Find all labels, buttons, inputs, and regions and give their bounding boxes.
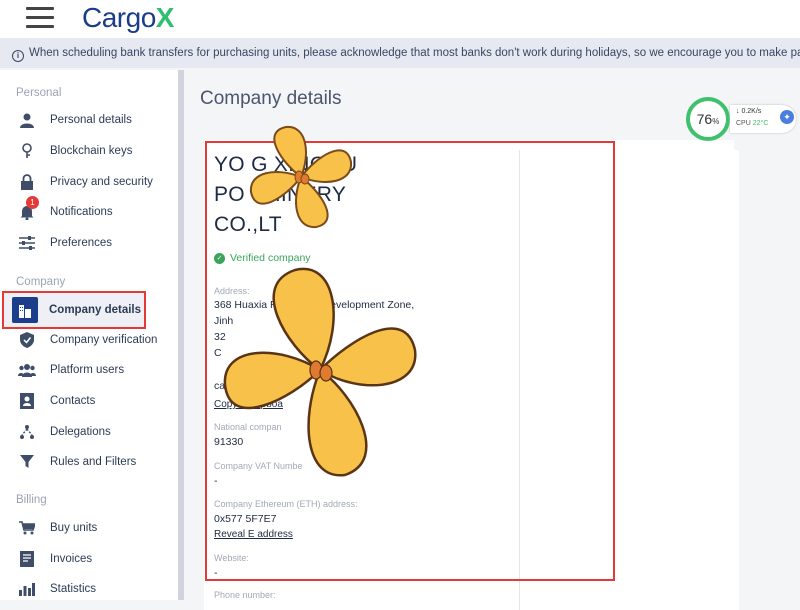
cargox-logo[interactable]: CargoX xyxy=(82,2,174,34)
sidebar-item-personal-details[interactable]: Personal details xyxy=(12,106,172,134)
sidebar-item-company-verification[interactable]: Company verification xyxy=(12,326,172,354)
main-content: Company details YO G XINGHU PO SHINERY C… xyxy=(184,70,800,610)
cart-icon xyxy=(16,518,38,538)
sidebar-item-privacy-security[interactable]: Privacy and security xyxy=(12,168,172,196)
sidebar-item-label: Invoices xyxy=(50,553,93,565)
network-speed-value: 0.2K/s xyxy=(741,108,762,115)
shield-icon xyxy=(16,330,38,350)
sidebar-item-label: Company verification xyxy=(50,334,158,346)
sidebar-item-invoices[interactable]: Invoices xyxy=(12,545,172,573)
cpu-label: CPU xyxy=(736,120,751,127)
sidebar-item-label: Personal details xyxy=(50,114,132,126)
person-icon xyxy=(16,110,38,130)
sidebar-item-delegations[interactable]: Delegations xyxy=(12,418,172,446)
invoice-icon xyxy=(16,549,38,569)
sidebar-item-statistics[interactable]: Statistics xyxy=(12,575,172,603)
cpu-temp: CPU 22°C xyxy=(736,120,768,127)
sliders-icon xyxy=(16,233,38,253)
sidebar-item-company-details[interactable]: Company details xyxy=(2,291,146,329)
flower-sticker-large xyxy=(223,267,417,477)
sidebar-item-label: Privacy and security xyxy=(50,176,153,188)
usage-percent-unit: % xyxy=(712,117,720,126)
section-label-personal: Personal xyxy=(16,87,62,99)
flower-sticker-small xyxy=(249,125,353,229)
sidebar-item-label: Contacts xyxy=(50,395,96,407)
sidebar-item-platform-users[interactable]: Platform users xyxy=(12,356,172,384)
network-speed: ↓ 0.2K/s xyxy=(736,108,762,115)
info-icon: i xyxy=(12,50,24,62)
sidebar-item-blockchain-keys[interactable]: Blockchain keys xyxy=(12,137,172,165)
contacts-icon xyxy=(16,391,38,411)
perf-details: ↓ 0.2K/s CPU 22°C ✦ xyxy=(730,105,796,133)
delegation-icon xyxy=(16,422,38,442)
sidebar-item-preferences[interactable]: Preferences xyxy=(12,229,172,257)
top-bar: CargoX xyxy=(0,0,800,38)
sidebar-item-label: Rules and Filters xyxy=(50,456,137,468)
notice-text: When scheduling bank transfers for purch… xyxy=(29,47,800,59)
sidebar-item-label: Buy units xyxy=(50,522,98,534)
section-label-billing: Billing xyxy=(16,494,47,506)
chart-icon xyxy=(16,579,38,599)
sidebar-item-buy-units[interactable]: Buy units xyxy=(12,514,172,542)
bell-icon: 1 xyxy=(16,196,39,222)
sidebar-item-label: Company details xyxy=(49,304,142,316)
sidebar: Personal Personal details Blockchain key… xyxy=(0,70,178,600)
performance-widget[interactable]: 76% ↓ 0.2K/s CPU 22°C ✦ xyxy=(686,97,798,141)
boost-icon[interactable]: ✦ xyxy=(780,110,794,124)
cpu-temp-value: 22°C xyxy=(752,120,769,127)
sidebar-item-label: Preferences xyxy=(50,237,113,249)
logo-text: Cargo xyxy=(82,2,156,33)
memory-usage-gauge: 76% xyxy=(686,97,730,141)
filter-icon xyxy=(16,452,38,472)
sidebar-item-contacts[interactable]: Contacts xyxy=(12,387,172,415)
key-icon xyxy=(16,141,38,161)
sidebar-item-label: Notifications xyxy=(50,206,113,218)
lock-icon xyxy=(16,172,38,192)
sidebar-item-rules-filters[interactable]: Rules and Filters xyxy=(12,448,172,476)
users-icon xyxy=(16,360,38,380)
hamburger-menu-icon[interactable] xyxy=(26,7,54,29)
logo-accent: X xyxy=(155,2,175,33)
building-icon xyxy=(12,297,38,323)
usage-percent: 76 xyxy=(696,111,713,127)
sidebar-item-label: Delegations xyxy=(50,426,111,438)
sidebar-item-label: Blockchain keys xyxy=(50,145,133,157)
sidebar-item-label: Platform users xyxy=(50,364,125,376)
page-title: Company details xyxy=(200,88,342,109)
notification-badge: 1 xyxy=(26,196,39,209)
phone-label: Phone number: xyxy=(214,590,276,600)
sidebar-item-notifications[interactable]: 1 Notifications xyxy=(12,196,172,226)
sidebar-item-label: Statistics xyxy=(50,583,97,595)
section-label-company: Company xyxy=(16,276,66,288)
notice-banner: i When scheduling bank transfers for purc… xyxy=(0,38,800,68)
